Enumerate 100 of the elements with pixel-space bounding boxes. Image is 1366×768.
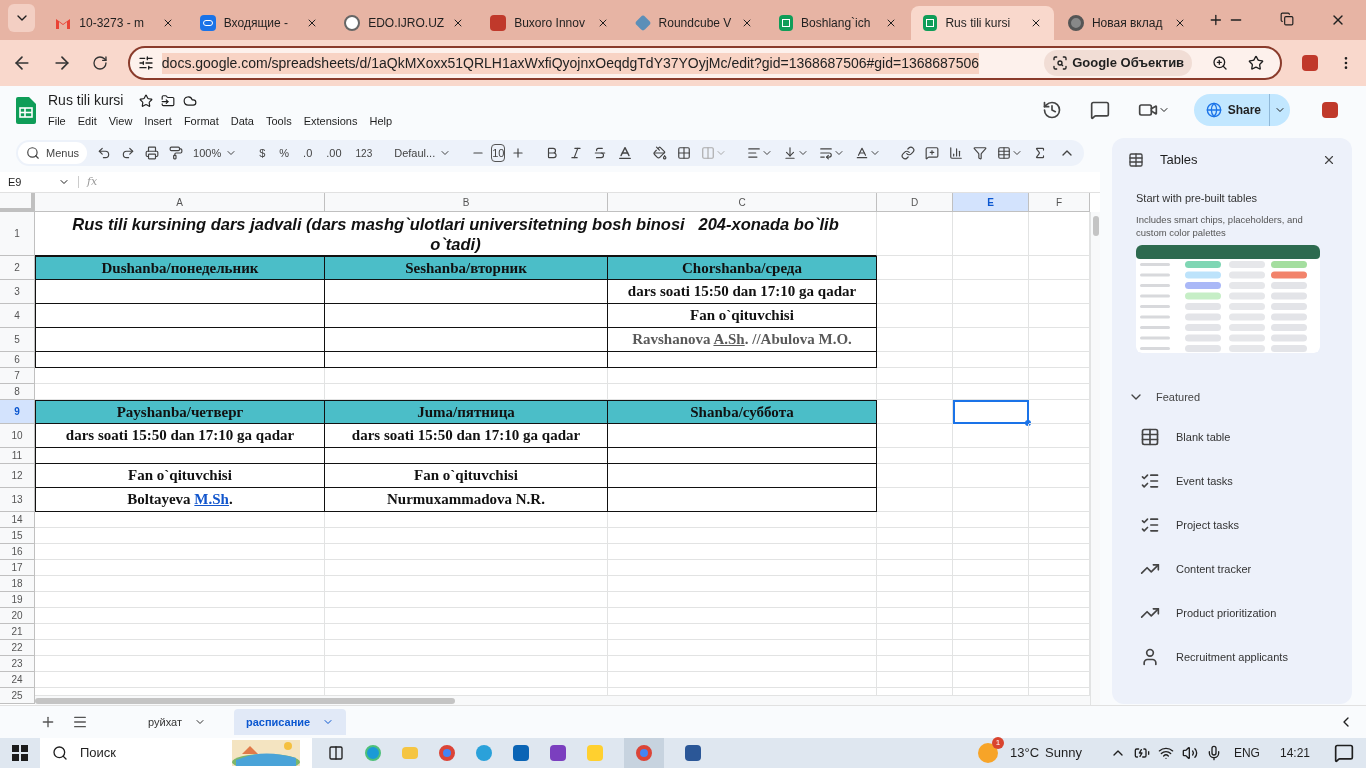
document-title[interactable]: Rus tili kursi	[48, 90, 124, 112]
row-number[interactable]: 11	[0, 448, 35, 464]
row-number[interactable]: 5	[0, 328, 35, 352]
row-number[interactable]: 15	[0, 528, 35, 544]
template-item[interactable]: Recruitment applicants	[1140, 647, 1336, 667]
weather-text[interactable]: Sunny	[1045, 743, 1082, 763]
tab-title: Новая вклад	[1091, 15, 1164, 32]
column-header[interactable]: E	[953, 193, 1029, 212]
temperature[interactable]: 13°C	[1010, 743, 1040, 763]
menu-item[interactable]: Extensions	[303, 113, 358, 130]
cell-text: Fan o`qituvchisi	[690, 306, 794, 326]
row-number[interactable]: 2	[0, 256, 35, 280]
language-indicator[interactable]: ENG	[1233, 744, 1260, 762]
menu-item[interactable]: Insert	[144, 113, 172, 130]
row-number[interactable]: 14	[0, 512, 35, 528]
browser-tab[interactable]: Roundcube V	[622, 6, 766, 40]
menu-item[interactable]: File	[48, 113, 66, 130]
row-number[interactable]: 25	[0, 688, 35, 704]
row-number[interactable]: 23	[0, 656, 35, 672]
cell-text: Payshanba/четверг	[116, 402, 244, 422]
cell-text: Dushanba/понедельник	[101, 258, 259, 278]
column-header[interactable]: A	[35, 193, 325, 212]
sheet-tab[interactable]: руйхат	[136, 709, 218, 735]
cell-text: Fan o`qituvchisi	[128, 466, 232, 486]
menu-item[interactable]: View	[108, 113, 133, 130]
panel-description: Includes smart chips, placeholders, and custom color palettes	[1136, 212, 1304, 239]
cell-text: dars soati 15:50 dan 17:10 ga qadar	[351, 426, 581, 446]
menu-item[interactable]: Format	[183, 113, 219, 130]
zoom-dropdown[interactable]: 100%	[189, 141, 242, 165]
menu-item[interactable]: Data	[230, 113, 254, 130]
row-number[interactable]: 17	[0, 560, 35, 576]
currency-format[interactable]: $	[253, 141, 272, 165]
template-label: Product prioritization	[1176, 605, 1277, 621]
row-number[interactable]: 9	[0, 400, 35, 424]
cell-text: Seshanba/вторник	[405, 258, 527, 278]
tab-title: Boshlang`ich	[801, 15, 872, 32]
row-number[interactable]: 4	[0, 304, 35, 328]
tab-title: Buxoro Innov	[514, 15, 586, 32]
menu-item[interactable]: Tools	[265, 113, 292, 130]
cell-text: Ravshanova A.Sh. //Abulova M.O.	[632, 330, 852, 350]
row-number[interactable]: 6	[0, 352, 35, 368]
number-format[interactable]: 123	[349, 141, 379, 165]
row-number[interactable]: 22	[0, 640, 35, 656]
browser-tab[interactable]: Buxoro Innov	[478, 6, 621, 40]
menu-item[interactable]: Edit	[77, 113, 97, 130]
browser-tab[interactable]: Новая вклад	[1055, 6, 1199, 40]
cell-text: Fan o`qituvchisi	[414, 466, 518, 486]
tab-title: Rus tili kursi	[945, 15, 1012, 32]
browser-tab[interactable]: 10-3273 - m	[43, 6, 186, 40]
tab-title: Roundcube V	[658, 15, 733, 32]
row-number[interactable]: 24	[0, 672, 35, 688]
percent-format[interactable]: %	[273, 141, 296, 165]
column-header[interactable]: C	[608, 193, 877, 212]
row-number[interactable]: 20	[0, 608, 35, 624]
browser-tab[interactable]: Входящие -	[187, 6, 331, 40]
menu-item[interactable]: Help	[369, 113, 393, 130]
taskbar-search-field[interactable]: Поиск	[40, 738, 312, 768]
decrease-decimal[interactable]: .0	[297, 141, 319, 165]
row-number[interactable]: 13	[0, 488, 35, 512]
column-header[interactable]: F	[1029, 193, 1090, 212]
row-number[interactable]: 12	[0, 464, 35, 488]
template-label: Event tasks	[1176, 473, 1233, 489]
lens-button[interactable]: Google Объектив	[1044, 50, 1193, 76]
cell-text: Boltayeva M.Sh.	[127, 490, 233, 510]
template-label: Recruitment applicants	[1176, 649, 1288, 665]
row-number[interactable]: 19	[0, 592, 35, 608]
url-text: docs.google.com/spreadsheets/d/1aQkMXoxx51QRLH1axWxfiQyojnxOeqdgTdY37YOyjMc/edit?gid=1368687506#gid=1368687506	[161, 52, 979, 74]
row-number[interactable]: 3	[0, 280, 35, 304]
cell-text: Juma/пятница	[417, 402, 515, 422]
template-item[interactable]: Event tasks	[1140, 471, 1336, 491]
menus-search-field[interactable]: Menus	[18, 142, 88, 164]
font-dropdown[interactable]: Defaul...	[390, 141, 456, 165]
template-item[interactable]: Project tasks	[1140, 515, 1336, 535]
row-number[interactable]: 18	[0, 576, 35, 592]
column-header[interactable]: D	[877, 193, 953, 212]
row-number[interactable]: 16	[0, 544, 35, 560]
row-number[interactable]: 21	[0, 624, 35, 640]
column-header[interactable]: B	[325, 193, 608, 212]
row-number[interactable]: 7	[0, 368, 35, 384]
increase-decimal[interactable]: .00	[320, 141, 348, 165]
browser-tab[interactable]: EDO.IJRO.UZ	[332, 6, 477, 40]
tab-title: 10-3273 - m	[79, 15, 146, 32]
row-number[interactable]: 1	[0, 212, 35, 256]
row-number[interactable]: 10	[0, 424, 35, 448]
template-item[interactable]: Product prioritization	[1140, 603, 1336, 623]
featured-toggle[interactable]: Featured	[1128, 388, 1336, 405]
template-item[interactable]: Blank table	[1140, 427, 1336, 447]
share-button[interactable]: Share	[1193, 94, 1290, 126]
name-box[interactable]: E9	[0, 173, 78, 191]
sheet-tab[interactable]: расписание	[233, 709, 347, 735]
row-number[interactable]: 8	[0, 384, 35, 400]
function-label: fx	[85, 173, 99, 190]
font-size-field[interactable]: 10	[491, 144, 506, 162]
browser-tab[interactable]: Boshlang`ich	[767, 6, 910, 40]
template-item[interactable]: Content tracker	[1140, 559, 1336, 579]
clock[interactable]: 14:21	[1279, 744, 1310, 762]
panel-heading: Start with pre-built tables	[1136, 191, 1259, 206]
address-field[interactable]: docs.google.com/spreadsheets/d/1aQkMXoxx51QRLH1axWxfiQyojnxOeqdgTdY37YOyjMc/edit?gid=1368687506#gid=1368687506 Google Объектив	[127, 46, 1283, 80]
cell-text: dars soati 15:50 dan 17:10 ga qadar	[627, 282, 857, 302]
browser-tab[interactable]: Rus tili kursi	[911, 6, 1054, 40]
